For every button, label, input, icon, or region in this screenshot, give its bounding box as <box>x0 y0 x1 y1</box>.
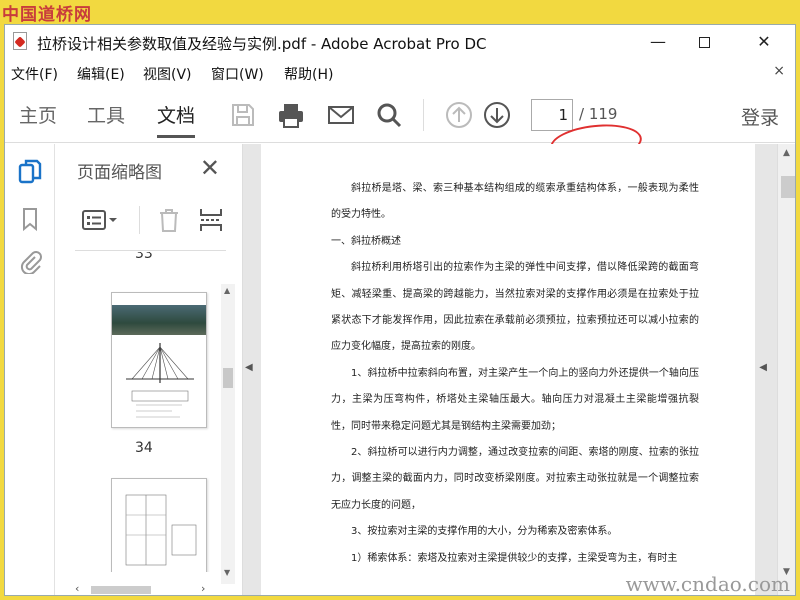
print-icon[interactable] <box>277 101 305 129</box>
toolbar: 主页 工具 文档 1 / 119 登录 <box>5 87 795 166</box>
page-thumbnail[interactable] <box>111 292 207 428</box>
drawing-thumbnail <box>125 494 197 566</box>
document-scroll-thumb[interactable] <box>781 176 795 198</box>
save-icon[interactable] <box>229 101 257 129</box>
menu-window[interactable]: 窗口(W) <box>211 64 264 84</box>
tab-tools[interactable]: 工具 <box>87 101 125 128</box>
email-icon[interactable] <box>327 101 355 129</box>
tab-document[interactable]: 文档 <box>157 101 196 138</box>
minimize-button[interactable]: — <box>635 29 681 55</box>
page-down-icon[interactable] <box>483 101 511 129</box>
expand-right-icon[interactable]: ◀ <box>759 362 767 373</box>
menu-file[interactable]: 文件(F) <box>11 64 58 84</box>
collapse-left-icon[interactable]: ◀ <box>245 362 253 373</box>
menu-help[interactable]: 帮助(H) <box>284 64 333 84</box>
page-thumbnails-panel: 页面缩略图 ✕ 33 34 ▲ ▼ ‹ › <box>55 144 243 595</box>
acrobat-window: 拉桥设计相关参数取值及经验与实例.pdf - Adobe Acrobat Pro… <box>4 24 796 596</box>
navigation-pane-strip <box>5 144 55 595</box>
paragraph: 1）稀索体系：索塔及拉索对主梁提供较少的支撑，主梁受弯为主，有时主 <box>351 552 678 564</box>
paragraph: 3、按拉索对主梁的支撑作用的大小，分为稀索及密索体系。 <box>351 526 618 538</box>
page-number-input[interactable]: 1 <box>531 99 573 131</box>
scroll-down-icon[interactable]: ▼ <box>224 568 230 577</box>
watermark-bottom: www.cndao.com <box>625 572 790 596</box>
watermark-top: 中国道桥网 <box>2 5 92 25</box>
paragraph: 2、斜拉桥可以进行内力调整，通过改变拉索的间距、索塔的刚度、拉索的张拉力，调整主… <box>331 447 699 511</box>
menu-view[interactable]: 视图(V) <box>143 64 192 84</box>
maximize-icon <box>698 37 710 48</box>
pdf-app-icon <box>13 32 27 50</box>
title-bar: 拉桥设计相关参数取值及经验与实例.pdf - Adobe Acrobat Pro… <box>5 25 795 59</box>
page-up-icon[interactable] <box>445 101 473 129</box>
thumbnail-scrollbar[interactable]: ▲ ▼ <box>221 284 235 584</box>
panel-tool-divider <box>139 206 140 234</box>
pdf-page: 斜拉桥是塔、梁、索三种基本结构组成的缆索承重结构体系，一般表现为柔性的受力特性。… <box>261 144 755 595</box>
tab-home[interactable]: 主页 <box>19 101 57 128</box>
menu-bar: 文件(F) 编辑(E) 视图(V) 窗口(W) 帮助(H) × <box>5 61 795 85</box>
thumbnail-options-icon[interactable] <box>81 206 121 234</box>
scroll-left-icon[interactable]: ‹ <box>75 582 79 595</box>
delete-page-icon[interactable] <box>155 206 183 234</box>
paragraph: 斜拉桥是塔、梁、索三种基本结构组成的缆索承重结构体系，一般表现为柔性的受力特性。 <box>331 183 699 221</box>
toolbar-divider <box>423 99 424 131</box>
panel-title: 页面缩略图 <box>77 163 162 183</box>
thumbnail-list: 33 34 <box>75 252 225 572</box>
bookmarks-icon[interactable] <box>17 206 43 232</box>
panel-divider <box>75 250 226 251</box>
bridge-drawing-thumbnail <box>126 343 194 418</box>
page-thumbnails-icon[interactable] <box>17 158 43 184</box>
paragraph: 1、斜拉桥中拉索斜向布置，对主梁产生一个向上的竖向力外还提供一个轴向压力，主梁为… <box>331 367 699 432</box>
window-title: 拉桥设计相关参数取值及经验与实例.pdf - Adobe Acrobat Pro… <box>37 35 487 53</box>
document-scrollbar[interactable]: ▲ ▼ <box>777 144 795 595</box>
scroll-right-icon[interactable]: › <box>201 582 205 595</box>
thumbnail-scroll-thumb[interactable] <box>223 368 233 388</box>
page-thumbnail[interactable] <box>111 478 207 572</box>
maximize-button[interactable] <box>681 29 727 55</box>
document-view: ◀ 斜拉桥是塔、梁、索三种基本结构组成的缆索承重结构体系，一般表现为柔性的受力特… <box>243 144 795 595</box>
thumbnail-label: 33 <box>135 252 153 262</box>
paragraph: 斜拉桥利用桥塔引出的拉索作为主梁的弹性中间支撑，借以降低梁跨的截面弯矩、减轻梁重… <box>331 262 699 353</box>
close-panel-icon[interactable]: ✕ <box>200 154 220 182</box>
login-button[interactable]: 登录 <box>741 103 779 130</box>
insert-page-icon[interactable] <box>197 206 225 234</box>
thumbnail-hscrollbar[interactable]: ‹ › <box>75 582 225 595</box>
close-window-button[interactable]: ✕ <box>741 29 787 55</box>
paragraph: 一、斜拉桥概述 <box>331 235 401 247</box>
scroll-up-icon[interactable]: ▲ <box>224 286 230 295</box>
bridge-photo-thumbnail <box>112 305 206 335</box>
scroll-up-icon[interactable]: ▲ <box>783 148 790 158</box>
page-total: / 119 <box>579 105 618 123</box>
menu-edit[interactable]: 编辑(E) <box>77 64 125 84</box>
attachments-icon[interactable] <box>17 248 43 274</box>
thumbnail-label: 34 <box>135 440 153 456</box>
search-icon[interactable] <box>375 101 403 129</box>
close-document-button[interactable]: × <box>773 63 785 79</box>
page-content: 斜拉桥是塔、梁、索三种基本结构组成的缆索承重结构体系，一般表现为柔性的受力特性。… <box>331 176 699 572</box>
hscroll-thumb[interactable] <box>91 586 151 594</box>
